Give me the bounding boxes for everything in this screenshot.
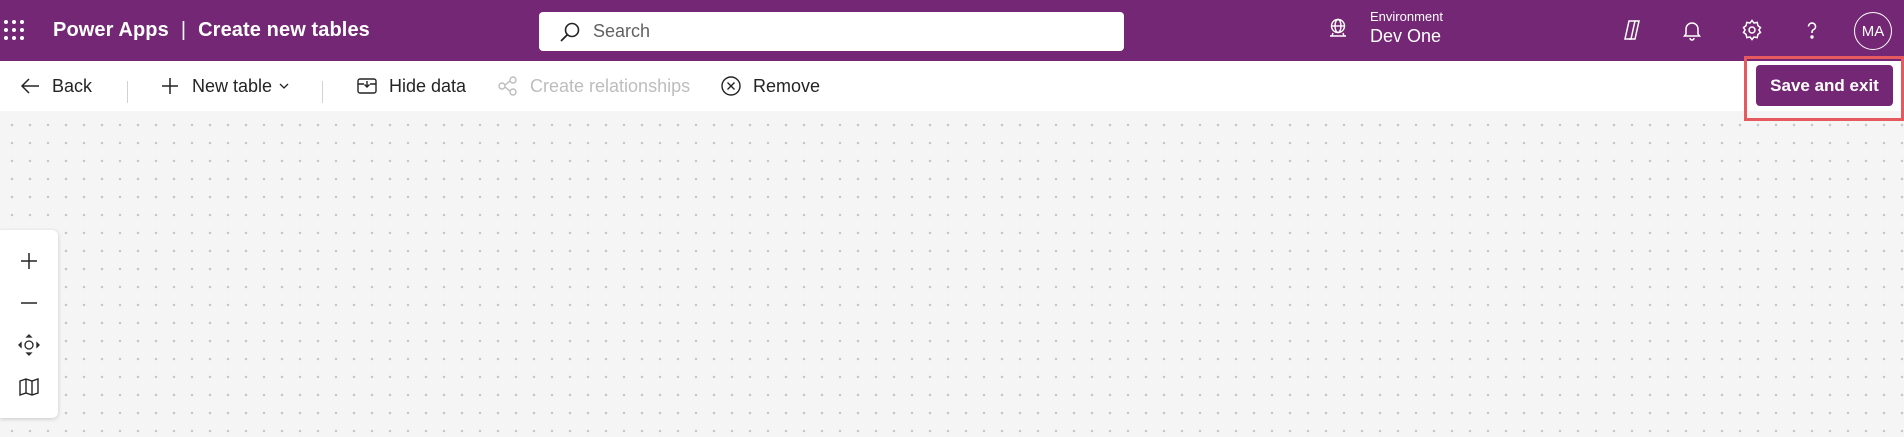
back-label: Back xyxy=(52,75,93,96)
environment-icon xyxy=(1326,16,1350,40)
back-button[interactable]: Back xyxy=(18,61,92,111)
toolbar-divider xyxy=(322,81,323,103)
app-name[interactable]: Power Apps xyxy=(53,19,169,42)
environment-label: Environment xyxy=(1370,9,1443,24)
chevron-down-icon xyxy=(278,80,290,92)
search-icon xyxy=(559,21,581,43)
plus-icon xyxy=(158,74,182,98)
zoom-controls xyxy=(0,230,58,418)
toolbar-divider xyxy=(127,81,128,103)
help-icon[interactable] xyxy=(1797,15,1827,45)
zoom-in-icon[interactable] xyxy=(12,244,46,278)
create-relationships-button[interactable]: Create relationships xyxy=(496,61,690,111)
diagram-canvas[interactable] xyxy=(0,111,1904,437)
fit-view-icon[interactable] xyxy=(12,328,46,362)
remove-button[interactable]: Remove xyxy=(719,61,820,111)
save-and-exit-button[interactable]: Save and exit xyxy=(1756,65,1893,106)
new-table-label: New table xyxy=(192,75,273,96)
environment-picker[interactable]: Environment Dev One xyxy=(1326,9,1443,47)
hide-data-icon xyxy=(355,74,379,98)
search-placeholder: Search xyxy=(593,21,651,41)
hide-data-button[interactable]: Hide data xyxy=(355,61,466,111)
app-header: Power Apps | Create new tables Search En… xyxy=(0,0,1904,61)
avatar[interactable]: MA xyxy=(1854,12,1892,50)
page-title: Create new tables xyxy=(198,19,370,41)
zoom-out-icon[interactable] xyxy=(12,286,46,320)
title-separator: | xyxy=(180,19,187,41)
copilot-icon[interactable] xyxy=(1617,15,1647,45)
new-table-button[interactable]: New table xyxy=(158,61,290,111)
hide-data-label: Hide data xyxy=(389,75,467,96)
close-circle-icon xyxy=(719,74,743,98)
waffle-icon[interactable] xyxy=(4,20,24,40)
app-title: Power Apps | Create new tables xyxy=(53,19,370,42)
bell-icon[interactable] xyxy=(1677,15,1707,45)
arrow-left-icon xyxy=(18,74,42,98)
command-bar: Back New table Hide data Create relation… xyxy=(0,61,1904,111)
relationship-icon xyxy=(496,74,520,98)
gear-icon[interactable] xyxy=(1737,15,1767,45)
search-box[interactable]: Search xyxy=(539,12,1124,51)
environment-value: Dev One xyxy=(1370,26,1442,46)
minimap-icon[interactable] xyxy=(12,370,46,404)
create-relationships-label: Create relationships xyxy=(530,75,691,96)
remove-label: Remove xyxy=(753,75,821,96)
